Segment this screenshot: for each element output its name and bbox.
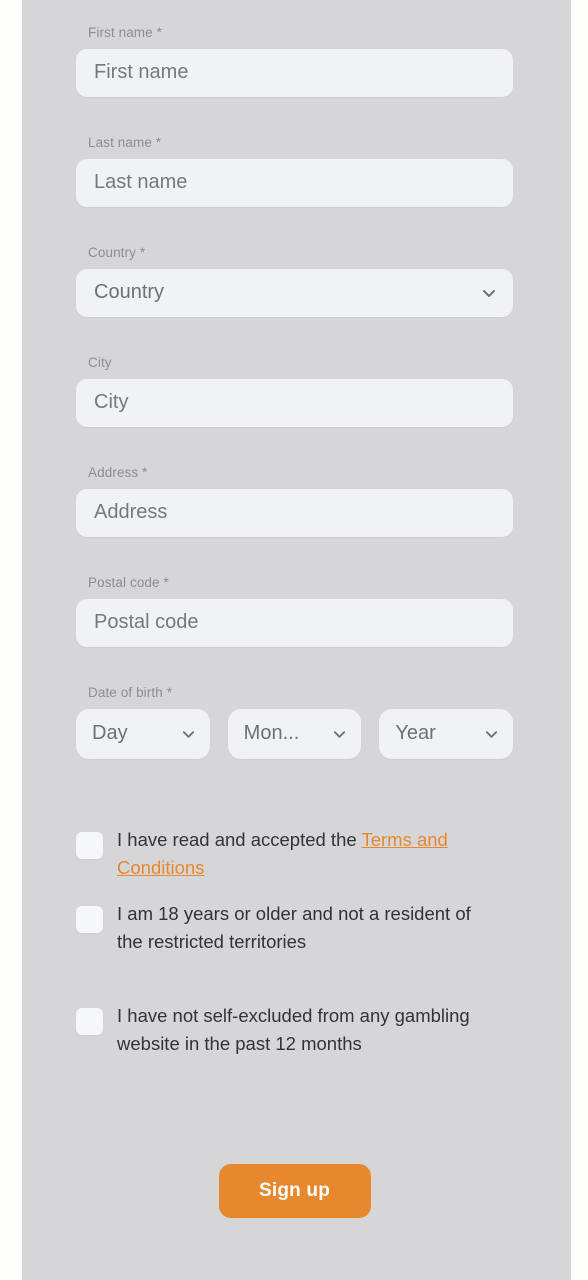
page-right-margin xyxy=(571,0,588,1280)
consent-text-before-self-exclusion: I have not self-excluded from any gambli… xyxy=(117,1005,470,1054)
consent-terms-and-conditions[interactable]: I have read and accepted the Terms and C… xyxy=(76,826,489,882)
checkbox-age-and-residency[interactable] xyxy=(76,906,103,933)
field-address: Address * xyxy=(76,466,513,537)
field-first-name: First name * xyxy=(76,26,513,97)
sign-up-button[interactable]: Sign up xyxy=(218,1164,371,1218)
country-select-value: Country xyxy=(76,268,513,317)
consent-self-exclusion[interactable]: I have not self-excluded from any gambli… xyxy=(76,1002,489,1058)
label-postal-code: Postal code * xyxy=(88,575,169,590)
consent-text-before-age-and-residency: I am 18 years or older and not a residen… xyxy=(117,903,471,952)
dob-year-value: Year xyxy=(379,708,514,759)
last-name-input[interactable] xyxy=(76,158,513,207)
signup-button-container: Sign up xyxy=(76,1164,513,1218)
label-address: Address * xyxy=(88,465,148,480)
consent-text-terms-and-conditions: I have read and accepted the Terms and C… xyxy=(117,826,489,882)
field-date-of-birth: Date of birth * Day Mon... Year xyxy=(76,685,514,759)
checkbox-self-exclusion[interactable] xyxy=(76,1008,103,1035)
page-left-margin xyxy=(0,0,22,1280)
first-name-input[interactable] xyxy=(76,48,513,97)
field-postal-code: Postal code * xyxy=(76,576,513,647)
dob-month-value: Mon... xyxy=(227,708,362,759)
dob-day-value: Day xyxy=(76,708,210,759)
label-first-name: First name * xyxy=(88,25,162,40)
consent-text-self-exclusion: I have not self-excluded from any gambli… xyxy=(117,1002,489,1058)
country-select[interactable]: Country xyxy=(76,268,513,317)
signup-form-surface: First name *Last name *Country *CountryC… xyxy=(22,0,571,1280)
consent-age-and-residency[interactable]: I am 18 years or older and not a residen… xyxy=(76,900,489,956)
dob-year-select[interactable]: Year xyxy=(379,708,514,759)
postal-code-input[interactable] xyxy=(76,598,513,647)
dob-month-select[interactable]: Mon... xyxy=(227,708,362,759)
checkbox-terms-and-conditions[interactable] xyxy=(76,832,103,859)
address-input[interactable] xyxy=(76,488,513,537)
consent-text-age-and-residency: I am 18 years or older and not a residen… xyxy=(117,900,489,956)
label-country: Country * xyxy=(88,245,146,260)
label-city: City xyxy=(88,355,112,370)
date-of-birth-row: Day Mon... Year xyxy=(76,708,514,759)
field-last-name: Last name * xyxy=(76,136,513,207)
dob-day-select[interactable]: Day xyxy=(76,708,210,759)
label-last-name: Last name * xyxy=(88,135,162,150)
field-city: City xyxy=(76,356,513,427)
city-input[interactable] xyxy=(76,378,513,427)
signup-page: First name *Last name *Country *CountryC… xyxy=(0,0,588,1280)
field-country: Country * Country xyxy=(76,246,513,317)
consent-text-before-terms-and-conditions: I have read and accepted the xyxy=(117,829,362,850)
label-date-of-birth: Date of birth * xyxy=(88,685,173,700)
